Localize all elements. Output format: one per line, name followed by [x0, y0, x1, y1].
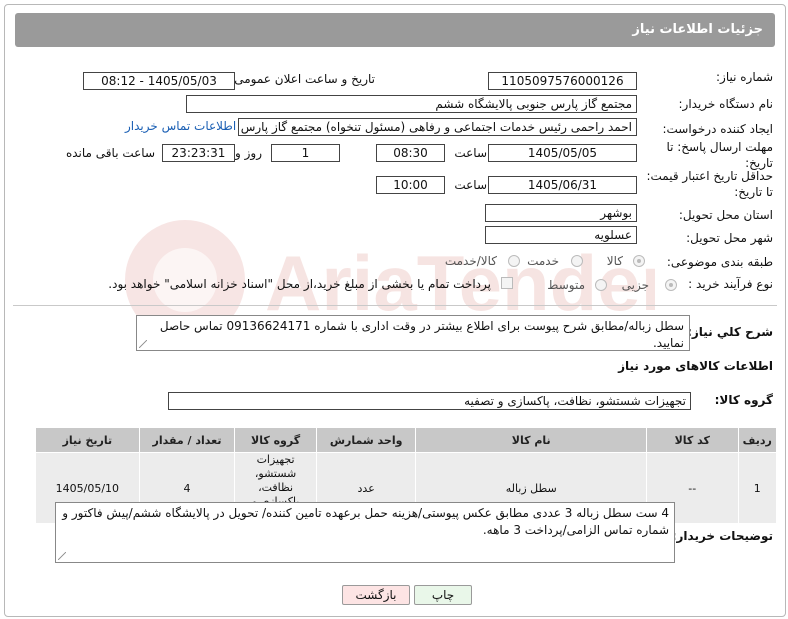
process-label: نوع فرآیند خرید : [688, 277, 773, 291]
treasury-payment-note: پرداخت تمام یا بخشی از مبلغ خرید،از محل … [108, 277, 491, 291]
panel-header: جزئیات اطلاعات نیاز [15, 13, 775, 47]
col-group: گروه کالا [234, 427, 317, 453]
category-radio-goods-service[interactable] [508, 255, 520, 267]
announce-date-label: تاریخ و ساعت اعلان عمومی: [230, 72, 375, 86]
reply-date-field: 1405/05/05 [488, 144, 637, 162]
goods-table-header: ردیف کد کالا نام کالا واحد شمارش گروه کا… [35, 427, 778, 453]
col-name: نام کالا [415, 427, 647, 453]
province-label: استان محل تحویل: [678, 208, 773, 222]
divider [13, 305, 777, 306]
category-goods-service-label: کالا/خدمت [444, 254, 497, 268]
summary-text: سطل زباله/مطابق شرح پیوست برای اطلاع بیش… [159, 319, 684, 350]
process-radio-medium[interactable] [595, 279, 607, 291]
col-qty: تعداد / مقدار [138, 427, 236, 453]
price-time-field: 10:00 [376, 176, 445, 194]
resize-grip-icon[interactable] [58, 552, 66, 560]
summary-label: شرح کلي نياز: [687, 325, 773, 339]
buyer-org-field: مجتمع گاز پارس جنوبی پالایشگاه ششم [186, 95, 637, 113]
treasury-payment-checkbox[interactable] [501, 277, 513, 289]
buyer-notes-textarea[interactable]: 4 ست سطل زباله 3 عددی مطابق عکس پیوستی/ه… [55, 502, 675, 563]
day-count-field: 1 [271, 144, 340, 162]
panel-title: جزئیات اطلاعات نیاز [632, 22, 763, 37]
city-label: شهر محل تحویل: [686, 231, 773, 245]
process-medium-label: متوسط [547, 278, 585, 292]
price-time-label: ساعت [454, 178, 487, 192]
announce-date-field: 1405/05/03 - 08:12 [83, 72, 235, 90]
category-goods-label: کالا [606, 254, 623, 268]
summary-textarea[interactable]: سطل زباله/مطابق شرح پیوست برای اطلاع بیش… [136, 315, 690, 351]
print-button[interactable]: چاپ [414, 585, 472, 605]
province-field: بوشهر [485, 204, 637, 222]
buyer-contact-link[interactable]: اطلاعات تماس خریدار [125, 119, 236, 133]
category-radio-service[interactable] [571, 255, 583, 267]
need-number-label: شماره نیاز: [716, 70, 773, 84]
category-service-label: خدمت [527, 254, 559, 268]
remaining-label: ساعت باقی مانده [65, 146, 155, 160]
goods-group-field: تجهیزات شستشو، نظافت، پاکسازی و تصفیه [168, 392, 691, 410]
buyer-notes-text: 4 ست سطل زباله 3 عددی مطابق عکس پیوستی/ه… [62, 506, 669, 537]
price-deadline-label: حداقل تاریخ اعتبار قیمت: تا تاریخ: [646, 169, 773, 199]
creator-field: احمد راحمی رئیس خدمات اجتماعی و رفاهی (م… [238, 118, 637, 136]
city-field: عسلویه [485, 226, 637, 244]
buyer-org-label: نام دستگاه خریدار: [678, 97, 774, 111]
need-number-field: 1105097576000126 [488, 72, 637, 90]
goods-section-title: اطلاعات کالاهای مورد نیاز [618, 359, 773, 373]
process-minor-label: جزیی [621, 278, 649, 292]
cell-row: 1 [737, 452, 778, 524]
resize-grip-icon[interactable] [139, 340, 147, 348]
day-and-label: روز و [235, 146, 262, 160]
category-radio-goods[interactable] [633, 255, 645, 267]
process-radio-minor[interactable] [665, 279, 677, 291]
col-row: ردیف [737, 427, 778, 453]
col-unit: واحد شمارش [315, 427, 417, 453]
goods-group-label: گروه کالا: [714, 393, 773, 407]
need-details-panel: جزئیات اطلاعات نیاز AriaTender.net شماره… [4, 4, 786, 617]
back-button[interactable]: بازگشت [342, 585, 410, 605]
col-date: تاریخ نیاز [35, 427, 140, 453]
buyer-notes-label: توضیحات خریدار: [671, 529, 773, 543]
creator-label: ایجاد کننده درخواست: [662, 122, 773, 136]
col-code: کد کالا [645, 427, 739, 453]
remaining-time-field: 23:23:31 [162, 144, 235, 162]
reply-time-field: 08:30 [376, 144, 445, 162]
price-date-field: 1405/06/31 [488, 176, 637, 194]
reply-deadline-label: مهلت ارسال پاسخ: تا تاریخ: [666, 140, 773, 170]
category-label: طبقه بندی موضوعی: [666, 255, 773, 269]
reply-time-label: ساعت [454, 146, 487, 160]
